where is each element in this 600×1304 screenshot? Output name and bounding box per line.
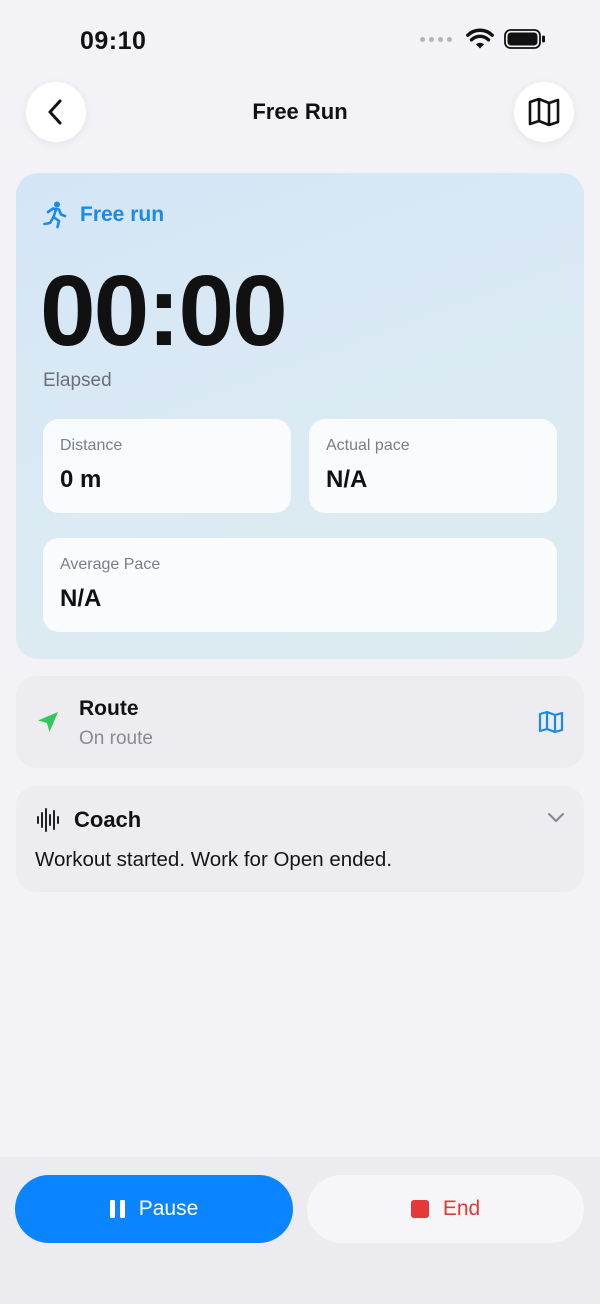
chevron-down-icon[interactable] <box>546 810 566 824</box>
free-run-screen: 09:10 Free Run Free run 00:00 Elapsed Di… <box>0 0 600 1304</box>
waveform-icon <box>37 808 59 832</box>
elapsed-timer: 00:00 <box>40 255 288 367</box>
workout-mode-label: Free run <box>80 203 165 226</box>
pause-label: Pause <box>138 1197 199 1220</box>
average-pace-value: N/A <box>60 585 102 612</box>
coach-card[interactable]: Coach Workout started. Work for Open end… <box>16 786 584 892</box>
actual-pace-label: Actual pace <box>326 437 410 454</box>
elapsed-label: Elapsed <box>43 370 112 391</box>
average-pace-tile: Average Pace N/A <box>43 538 557 632</box>
running-figure-icon <box>43 201 67 229</box>
pause-button[interactable]: Pause <box>15 1175 293 1243</box>
coach-title: Coach <box>74 807 142 832</box>
status-icons <box>420 28 546 50</box>
bottom-action-bar: Pause End <box>0 1157 600 1304</box>
average-pace-label: Average Pace <box>60 556 161 573</box>
workout-card: Free run 00:00 Elapsed Distance 0 m Actu… <box>16 173 584 659</box>
end-label: End <box>442 1197 481 1220</box>
end-button[interactable]: End <box>307 1175 584 1243</box>
map-icon <box>528 97 560 127</box>
workout-mode: Free run <box>42 201 164 229</box>
actual-pace-value: N/A <box>326 466 368 493</box>
route-card[interactable]: Route On route <box>16 676 584 768</box>
pause-icon <box>109 1200 125 1218</box>
location-arrow-icon <box>38 712 58 732</box>
coach-message: Workout started. Work for Open ended. <box>35 848 393 871</box>
route-status: On route <box>79 728 153 749</box>
route-title: Route <box>79 697 139 720</box>
distance-tile: Distance 0 m <box>43 419 291 513</box>
map-icon[interactable] <box>538 710 564 734</box>
battery-icon <box>504 29 545 49</box>
wifi-icon <box>466 28 494 49</box>
map-button[interactable] <box>514 82 574 142</box>
distance-value: 0 m <box>60 466 102 493</box>
distance-label: Distance <box>60 437 123 454</box>
page-title: Free Run <box>252 99 348 124</box>
status-bar: 09:10 <box>0 0 600 80</box>
signal-dots-icon <box>420 36 452 42</box>
status-time: 09:10 <box>80 27 147 55</box>
actual-pace-tile: Actual pace N/A <box>309 419 557 513</box>
stop-icon <box>410 1200 429 1218</box>
